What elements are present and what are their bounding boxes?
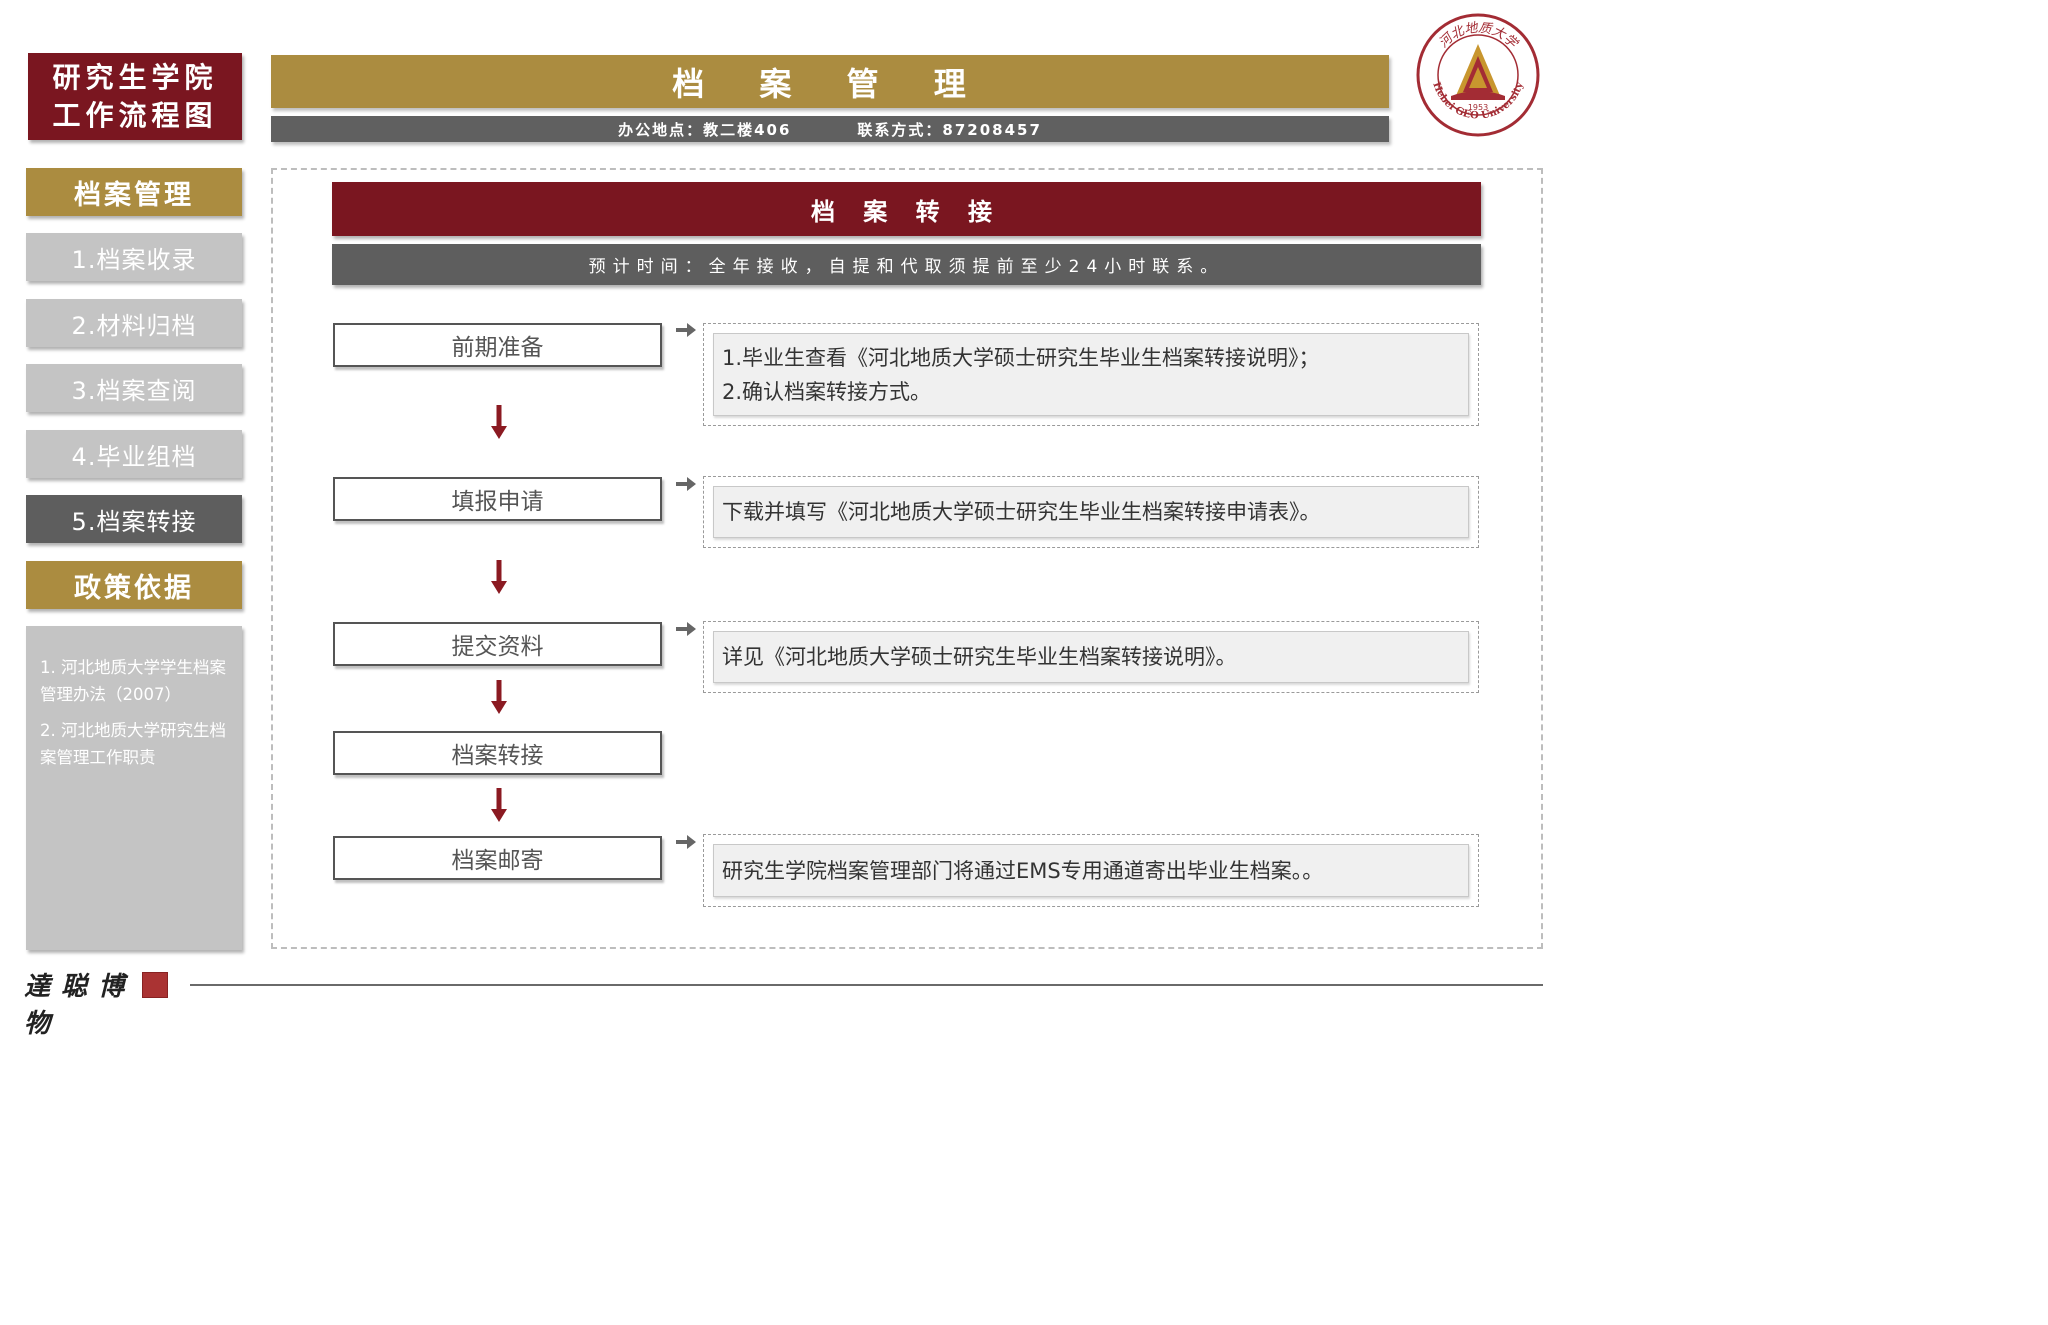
main-content-frame xyxy=(271,168,1543,949)
calligraphy-signature: 達 聪 博 物 xyxy=(24,972,126,1039)
policy-item: 2. 河北地质大学研究生档案管理工作职责 xyxy=(40,721,226,767)
footer-divider xyxy=(190,984,1543,986)
flow-step-submit-materials: 提交资料 xyxy=(333,622,662,666)
university-seal-icon: 河北地质大学 Hebei GEO University 1953 xyxy=(1416,13,1540,137)
description-line: 下载并填写《河北地质大学硕士研究生毕业生档案转接申请表》。 xyxy=(722,500,1321,524)
description-line: 研究生学院档案管理部门将通过EMS专用通道寄出毕业生档案。。 xyxy=(722,858,1324,883)
logo-year: 1953 xyxy=(1468,103,1488,112)
sidebar-section-archive-management: 档案管理 xyxy=(26,168,242,216)
badge-line-1: 研究生学院 xyxy=(52,60,218,94)
arrow-right-icon xyxy=(676,835,696,849)
arrow-down-icon xyxy=(491,680,507,714)
description-line: 1.毕业生查看《河北地质大学硕士研究生毕业生档案转接说明》； xyxy=(722,345,1320,370)
contact-info-bar: 办公地点：教二楼406 联系方式：87208457 xyxy=(271,116,1389,142)
step-description-mailing: 研究生学院档案管理部门将通过EMS专用通道寄出毕业生档案。。 xyxy=(703,834,1479,907)
arrow-right-icon xyxy=(676,622,696,636)
sidebar-section-policy-basis: 政策依据 xyxy=(26,561,242,609)
sidebar-item-material-filing[interactable]: 2.材料归档 xyxy=(26,299,242,347)
sidebar-item-archive-inquiry[interactable]: 3.档案查阅 xyxy=(26,364,242,412)
flow-step-archive-transfer: 档案转接 xyxy=(333,731,662,775)
page-title: 档 案 管 理 xyxy=(271,55,1389,108)
policy-list: 1. 河北地质大学学生档案管理办法（2007） 2. 河北地质大学研究生档案管理… xyxy=(26,626,242,950)
arrow-right-icon xyxy=(676,477,696,491)
sidebar-item-archive-intake[interactable]: 1.档案收录 xyxy=(26,233,242,281)
arrow-right-icon xyxy=(676,323,696,337)
arrow-down-icon xyxy=(491,405,507,439)
policy-item: 1. 河北地质大学学生档案管理办法（2007） xyxy=(40,658,226,704)
estimated-time-note: 预计时间：全年接收，自提和代取须提前至少24小时联系。 xyxy=(332,244,1481,285)
badge-line-2: 工作流程图 xyxy=(52,98,218,132)
arrow-down-icon xyxy=(491,788,507,822)
flow-step-preparation: 前期准备 xyxy=(333,323,662,367)
section-title: 档 案 转 接 xyxy=(332,182,1481,236)
workflow-title-badge: 研究生学院 工作流程图 xyxy=(28,53,242,140)
arrow-down-icon xyxy=(491,560,507,594)
step-description-application: 下载并填写《河北地质大学硕士研究生毕业生档案转接申请表》。 xyxy=(703,476,1479,548)
sidebar-item-archive-transfer[interactable]: 5.档案转接 xyxy=(26,495,242,543)
office-location: 办公地点：教二楼406 xyxy=(618,120,792,139)
description-line: 详见《河北地质大学硕士研究生毕业生档案转接说明》。 xyxy=(722,645,1237,669)
sidebar-item-graduation-archive[interactable]: 4.毕业组档 xyxy=(26,430,242,478)
flow-step-archive-mailing: 档案邮寄 xyxy=(333,836,662,880)
flow-step-application: 填报申请 xyxy=(333,477,662,521)
contact-phone: 联系方式：87208457 xyxy=(857,120,1042,139)
step-description-submit-materials: 详见《河北地质大学硕士研究生毕业生档案转接说明》。 xyxy=(703,621,1479,693)
description-line: 2.确认档案转接方式。 xyxy=(722,379,932,404)
red-seal-stamp-icon xyxy=(142,972,168,998)
step-description-preparation: 1.毕业生查看《河北地质大学硕士研究生毕业生档案转接说明》； 2.确认档案转接方… xyxy=(703,323,1479,426)
